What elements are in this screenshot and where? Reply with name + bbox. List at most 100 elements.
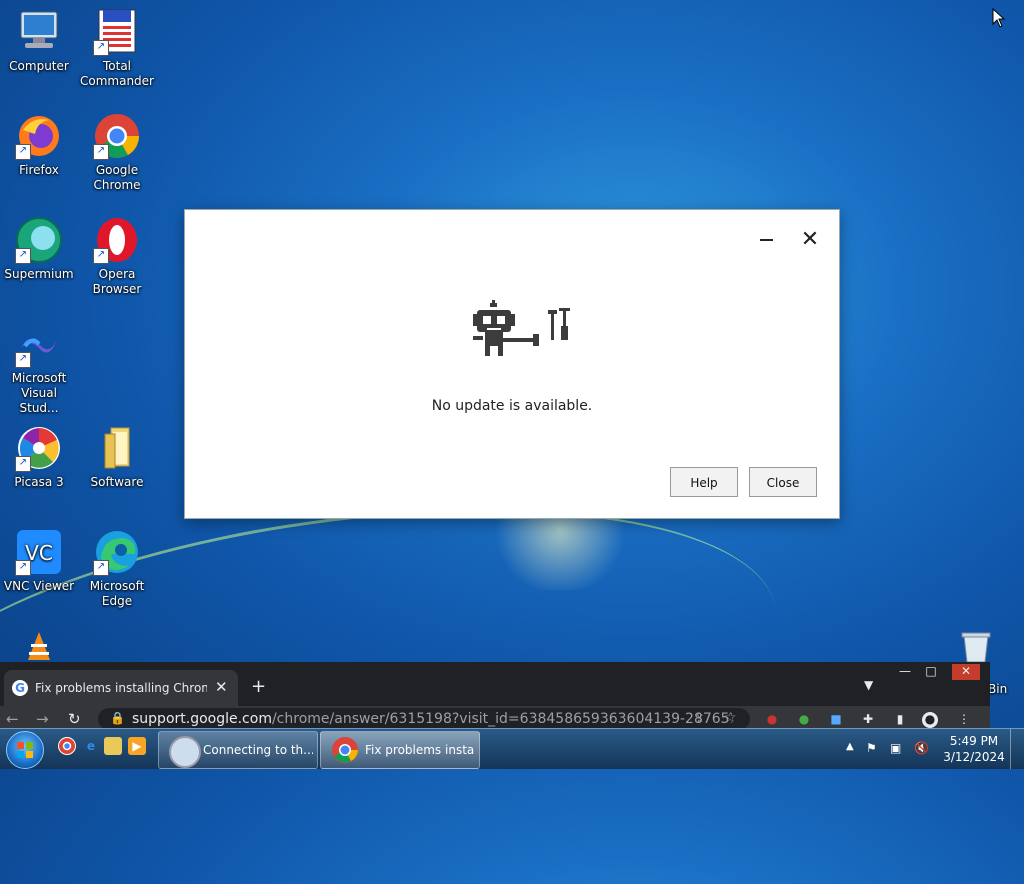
extensions-puzzle-icon[interactable]: ✚ bbox=[860, 712, 876, 728]
shortcut-arrow-icon: ↗ bbox=[15, 248, 31, 264]
chrome-window: — □ ✕ G Fix problems installing Chrome -… bbox=[0, 662, 990, 730]
share-icon[interactable]: ⇪ bbox=[694, 711, 705, 726]
extension-icon-2[interactable]: ● bbox=[796, 712, 812, 728]
computer-icon bbox=[15, 8, 63, 56]
supermium-icon: ↗ bbox=[15, 216, 63, 264]
new-tab-button[interactable]: + bbox=[251, 676, 266, 697]
show-desktop-button[interactable] bbox=[1010, 729, 1024, 769]
desktop-icon-label: Total Commander bbox=[80, 59, 154, 88]
window-maximize-button[interactable]: □ bbox=[920, 664, 942, 680]
no-update-message: No update is available. bbox=[431, 398, 593, 414]
bookmark-star-icon[interactable]: ☆ bbox=[724, 710, 737, 726]
desktop-icon-label: Bin bbox=[988, 682, 1008, 696]
close-button[interactable]: Close bbox=[749, 467, 817, 497]
extension-icon-3[interactable]: ■ bbox=[828, 712, 844, 728]
edge-icon: ↗ bbox=[93, 528, 141, 576]
google-g-icon: G bbox=[12, 680, 28, 696]
desktop-icon-label: VNC Viewer bbox=[3, 579, 75, 593]
url-text: support.google.com/chrome/answer/6315198… bbox=[132, 711, 732, 727]
clock-date: 3/12/2024 bbox=[943, 750, 1005, 764]
taskbar-button-label: Connecting to th... bbox=[203, 743, 313, 757]
desktop-icon-vnc-viewer[interactable]: VC ↗ VNC Viewer bbox=[0, 528, 78, 594]
browser-toolbar: ← → ↻ 🔒 support.google.com/chrome/answer… bbox=[0, 706, 990, 730]
taskbar-button-label: Fix problems insta... bbox=[365, 743, 475, 757]
system-clock[interactable]: 5:49 PM 3/12/2024 bbox=[940, 733, 1008, 765]
firefox-icon: ↗ bbox=[15, 112, 63, 160]
vlc-cone-icon bbox=[28, 632, 50, 660]
shortcut-arrow-icon: ↗ bbox=[93, 248, 109, 264]
menu-kebab-icon[interactable]: ⋮ bbox=[956, 712, 972, 728]
help-button[interactable]: Help bbox=[670, 467, 738, 497]
side-panel-icon[interactable]: ▮ bbox=[892, 712, 908, 728]
quicklaunch-explorer-icon[interactable] bbox=[104, 737, 122, 755]
desktop-icon-visual-studio[interactable]: ↗ Microsoft Visual Stud... bbox=[0, 320, 78, 416]
taskbar-button-connecting[interactable]: Connecting to th... bbox=[158, 731, 318, 769]
desktop-icon-software-folder[interactable]: Software bbox=[78, 424, 156, 490]
desktop-icon-picasa[interactable]: ↗ Picasa 3 bbox=[0, 424, 78, 490]
desktop-icon-label: Microsoft Edge bbox=[89, 579, 145, 608]
lock-icon: 🔒 bbox=[110, 711, 125, 725]
show-hidden-icons-chevron-icon[interactable]: ▲ bbox=[846, 741, 854, 752]
desktop-icon-label: Opera Browser bbox=[92, 267, 142, 296]
desktop-icon-label: Computer bbox=[9, 59, 69, 73]
shortcut-arrow-icon: ↗ bbox=[93, 560, 109, 576]
network-icon[interactable]: ▣ bbox=[890, 741, 901, 755]
picasa-icon: ↗ bbox=[15, 424, 63, 472]
quicklaunch-media-icon[interactable]: ▶ bbox=[128, 737, 146, 755]
recycle-bin-icon bbox=[958, 630, 994, 664]
folder-icon bbox=[93, 424, 141, 472]
tab-close-icon[interactable]: ✕ bbox=[215, 678, 228, 696]
shortcut-arrow-icon: ↗ bbox=[15, 352, 31, 368]
tab-fix-problems[interactable]: G Fix problems installing Chrome - Googl… bbox=[4, 670, 238, 706]
desktop-icon-total-commander[interactable]: ↗ Total Commander bbox=[78, 8, 156, 89]
total-commander-icon: ↗ bbox=[93, 8, 141, 56]
tab-search-chevron-icon[interactable]: ▼ bbox=[864, 678, 873, 692]
back-arrow-icon[interactable]: ← bbox=[6, 710, 19, 728]
vnc-icon: VC ↗ bbox=[15, 528, 63, 576]
taskbar-button-chrome[interactable]: Fix problems insta... bbox=[320, 731, 480, 769]
quicklaunch-ie-icon[interactable]: e bbox=[82, 737, 100, 755]
desktop-icon-vlc-partial[interactable] bbox=[24, 630, 54, 662]
desktop-icon-label: Google Chrome bbox=[93, 163, 141, 192]
quicklaunch-chrome-icon[interactable] bbox=[58, 737, 76, 755]
desktop-icon-supermium[interactable]: ↗ Supermium bbox=[0, 216, 78, 282]
chrome-icon: ↗ bbox=[93, 112, 141, 160]
tab-title: Fix problems installing Chrome - Google … bbox=[35, 681, 207, 695]
desktop-icon-computer[interactable]: Computer bbox=[0, 8, 78, 74]
window-minimize-button[interactable]: — bbox=[894, 664, 916, 680]
windows-logo-icon bbox=[17, 742, 33, 758]
robot-with-tools-icon bbox=[471, 300, 575, 362]
extension-icon-1[interactable]: ● bbox=[764, 712, 780, 728]
desktop-icon-label: Software bbox=[90, 475, 144, 489]
connecting-icon bbox=[169, 736, 201, 768]
desktop-icon-label: Picasa 3 bbox=[14, 475, 64, 489]
action-center-flag-icon[interactable]: ⚑ bbox=[866, 741, 877, 755]
shortcut-arrow-icon: ↗ bbox=[93, 144, 109, 160]
shortcut-arrow-icon: ↗ bbox=[93, 40, 109, 56]
window-close-button[interactable]: ✕ bbox=[952, 664, 980, 680]
reload-icon[interactable]: ↻ bbox=[68, 710, 81, 728]
chrome-icon bbox=[332, 737, 358, 763]
taskbar: e ▶ Connecting to th... Fix problems ins… bbox=[0, 728, 1024, 769]
volume-muted-icon[interactable]: 🔇 bbox=[914, 741, 929, 755]
desktop-icon-google-chrome[interactable]: ↗ Google Chrome bbox=[78, 112, 156, 193]
visual-studio-icon: ↗ bbox=[15, 320, 63, 368]
dialog-close-icon[interactable]: ✕ bbox=[798, 228, 822, 252]
desktop-icon-label: Supermium bbox=[4, 267, 74, 281]
update-dialog: ✕ No update is available. Help Close bbox=[184, 209, 840, 519]
desktop-icon-label: Microsoft Visual Stud... bbox=[11, 371, 67, 415]
desktop-icon-microsoft-edge[interactable]: ↗ Microsoft Edge bbox=[78, 528, 156, 609]
url-domain: support.google.com bbox=[132, 711, 272, 727]
address-bar[interactable]: 🔒 support.google.com/chrome/answer/63151… bbox=[98, 708, 750, 730]
shortcut-arrow-icon: ↗ bbox=[15, 144, 31, 160]
desktop-icon-label: Firefox bbox=[19, 163, 59, 177]
url-path: /chrome/answer/6315198?visit_id=63845865… bbox=[271, 711, 732, 727]
forward-arrow-icon[interactable]: → bbox=[36, 710, 49, 728]
desktop-icon-firefox[interactable]: ↗ Firefox bbox=[0, 112, 78, 178]
start-button[interactable] bbox=[6, 731, 44, 769]
profile-avatar-icon[interactable]: ● bbox=[922, 712, 938, 728]
dialog-minimize-button[interactable] bbox=[757, 230, 777, 250]
shortcut-arrow-icon: ↗ bbox=[15, 456, 31, 472]
opera-icon: ↗ bbox=[93, 216, 141, 264]
desktop-icon-opera[interactable]: ↗ Opera Browser bbox=[78, 216, 156, 297]
